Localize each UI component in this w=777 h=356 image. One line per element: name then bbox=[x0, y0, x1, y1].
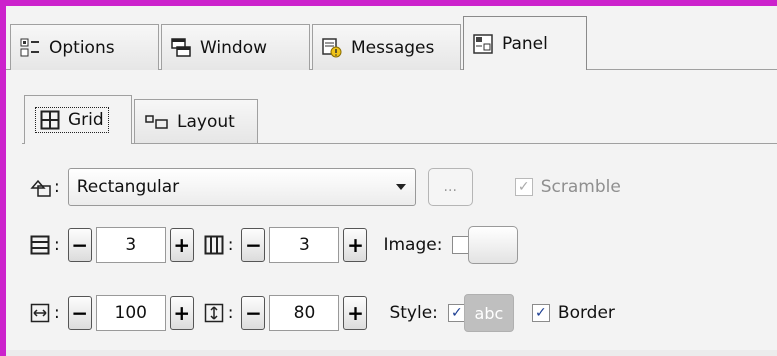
layout-icon bbox=[145, 112, 169, 132]
shape-select-value: Rectangular bbox=[76, 177, 180, 197]
width-increment-button[interactable]: + bbox=[169, 296, 194, 330]
height-decrement-button[interactable]: − bbox=[241, 296, 266, 330]
tab-grid-label: Grid bbox=[68, 110, 104, 130]
tab-options[interactable]: Options bbox=[10, 24, 159, 70]
rows-increment-button[interactable]: + bbox=[169, 228, 194, 262]
focus-ring: Grid bbox=[35, 107, 109, 133]
tab-window[interactable]: Window bbox=[161, 24, 310, 70]
columns-icon bbox=[204, 235, 224, 255]
tab-layout[interactable]: Layout bbox=[134, 99, 258, 143]
scramble-label: Scramble bbox=[540, 177, 621, 197]
size-row: : − 100 + : − 80 + Style: ✓ abc ✓ Border bbox=[30, 294, 615, 332]
tab-panel[interactable]: Panel bbox=[463, 16, 587, 70]
shape-row: : Rectangular ... ✓ Scramble bbox=[30, 168, 621, 206]
height-icon bbox=[204, 303, 224, 323]
main-tabbar: Options Window Messages Panel bbox=[6, 14, 777, 70]
image-label: Image: bbox=[383, 235, 443, 255]
subtab-divider bbox=[22, 143, 777, 144]
width-icon bbox=[30, 303, 50, 323]
grid-icon bbox=[40, 110, 60, 130]
width-decrement-button[interactable]: − bbox=[67, 296, 92, 330]
shape-label: : bbox=[54, 177, 60, 197]
scramble-checkbox[interactable]: ✓ bbox=[514, 178, 533, 196]
messages-icon bbox=[321, 37, 343, 59]
tab-messages-label: Messages bbox=[351, 37, 435, 58]
border-label: Border bbox=[557, 303, 615, 323]
shape-select[interactable]: Rectangular bbox=[67, 168, 416, 206]
tab-grid[interactable]: Grid bbox=[24, 95, 132, 144]
grid-count-row: : − 3 + : − 3 + Image: bbox=[30, 226, 519, 264]
rows-icon bbox=[30, 235, 50, 255]
columns-increment-button[interactable]: + bbox=[343, 228, 368, 262]
style-sample-button[interactable]: abc bbox=[463, 294, 514, 332]
panel-subtabbar: Grid Layout bbox=[22, 95, 777, 145]
window-icon bbox=[170, 37, 192, 59]
shape-more-button[interactable]: ... bbox=[427, 168, 473, 206]
height-label: : bbox=[227, 303, 234, 323]
columns-value[interactable]: 3 bbox=[269, 227, 340, 263]
columns-decrement-button[interactable]: − bbox=[241, 228, 266, 262]
height-increment-button[interactable]: + bbox=[343, 296, 368, 330]
tab-layout-label: Layout bbox=[177, 111, 235, 132]
border-checkbox[interactable]: ✓ bbox=[531, 304, 550, 322]
width-label: : bbox=[54, 303, 60, 323]
rows-decrement-button[interactable]: − bbox=[67, 228, 92, 262]
options-icon bbox=[19, 37, 41, 59]
tab-messages[interactable]: Messages bbox=[312, 24, 461, 70]
tab-options-label: Options bbox=[49, 37, 115, 58]
shape-icon bbox=[30, 176, 52, 198]
tab-panel-label: Panel bbox=[502, 33, 548, 54]
rows-label: : bbox=[54, 235, 60, 255]
image-picker-button[interactable] bbox=[468, 226, 519, 264]
tab-window-label: Window bbox=[200, 37, 268, 58]
columns-label: : bbox=[227, 235, 234, 255]
panel-icon bbox=[472, 33, 494, 55]
rows-value[interactable]: 3 bbox=[95, 227, 166, 263]
style-label: Style: bbox=[389, 303, 438, 323]
chevron-down-icon bbox=[395, 183, 407, 191]
height-value[interactable]: 80 bbox=[269, 295, 340, 331]
width-value[interactable]: 100 bbox=[95, 295, 166, 331]
